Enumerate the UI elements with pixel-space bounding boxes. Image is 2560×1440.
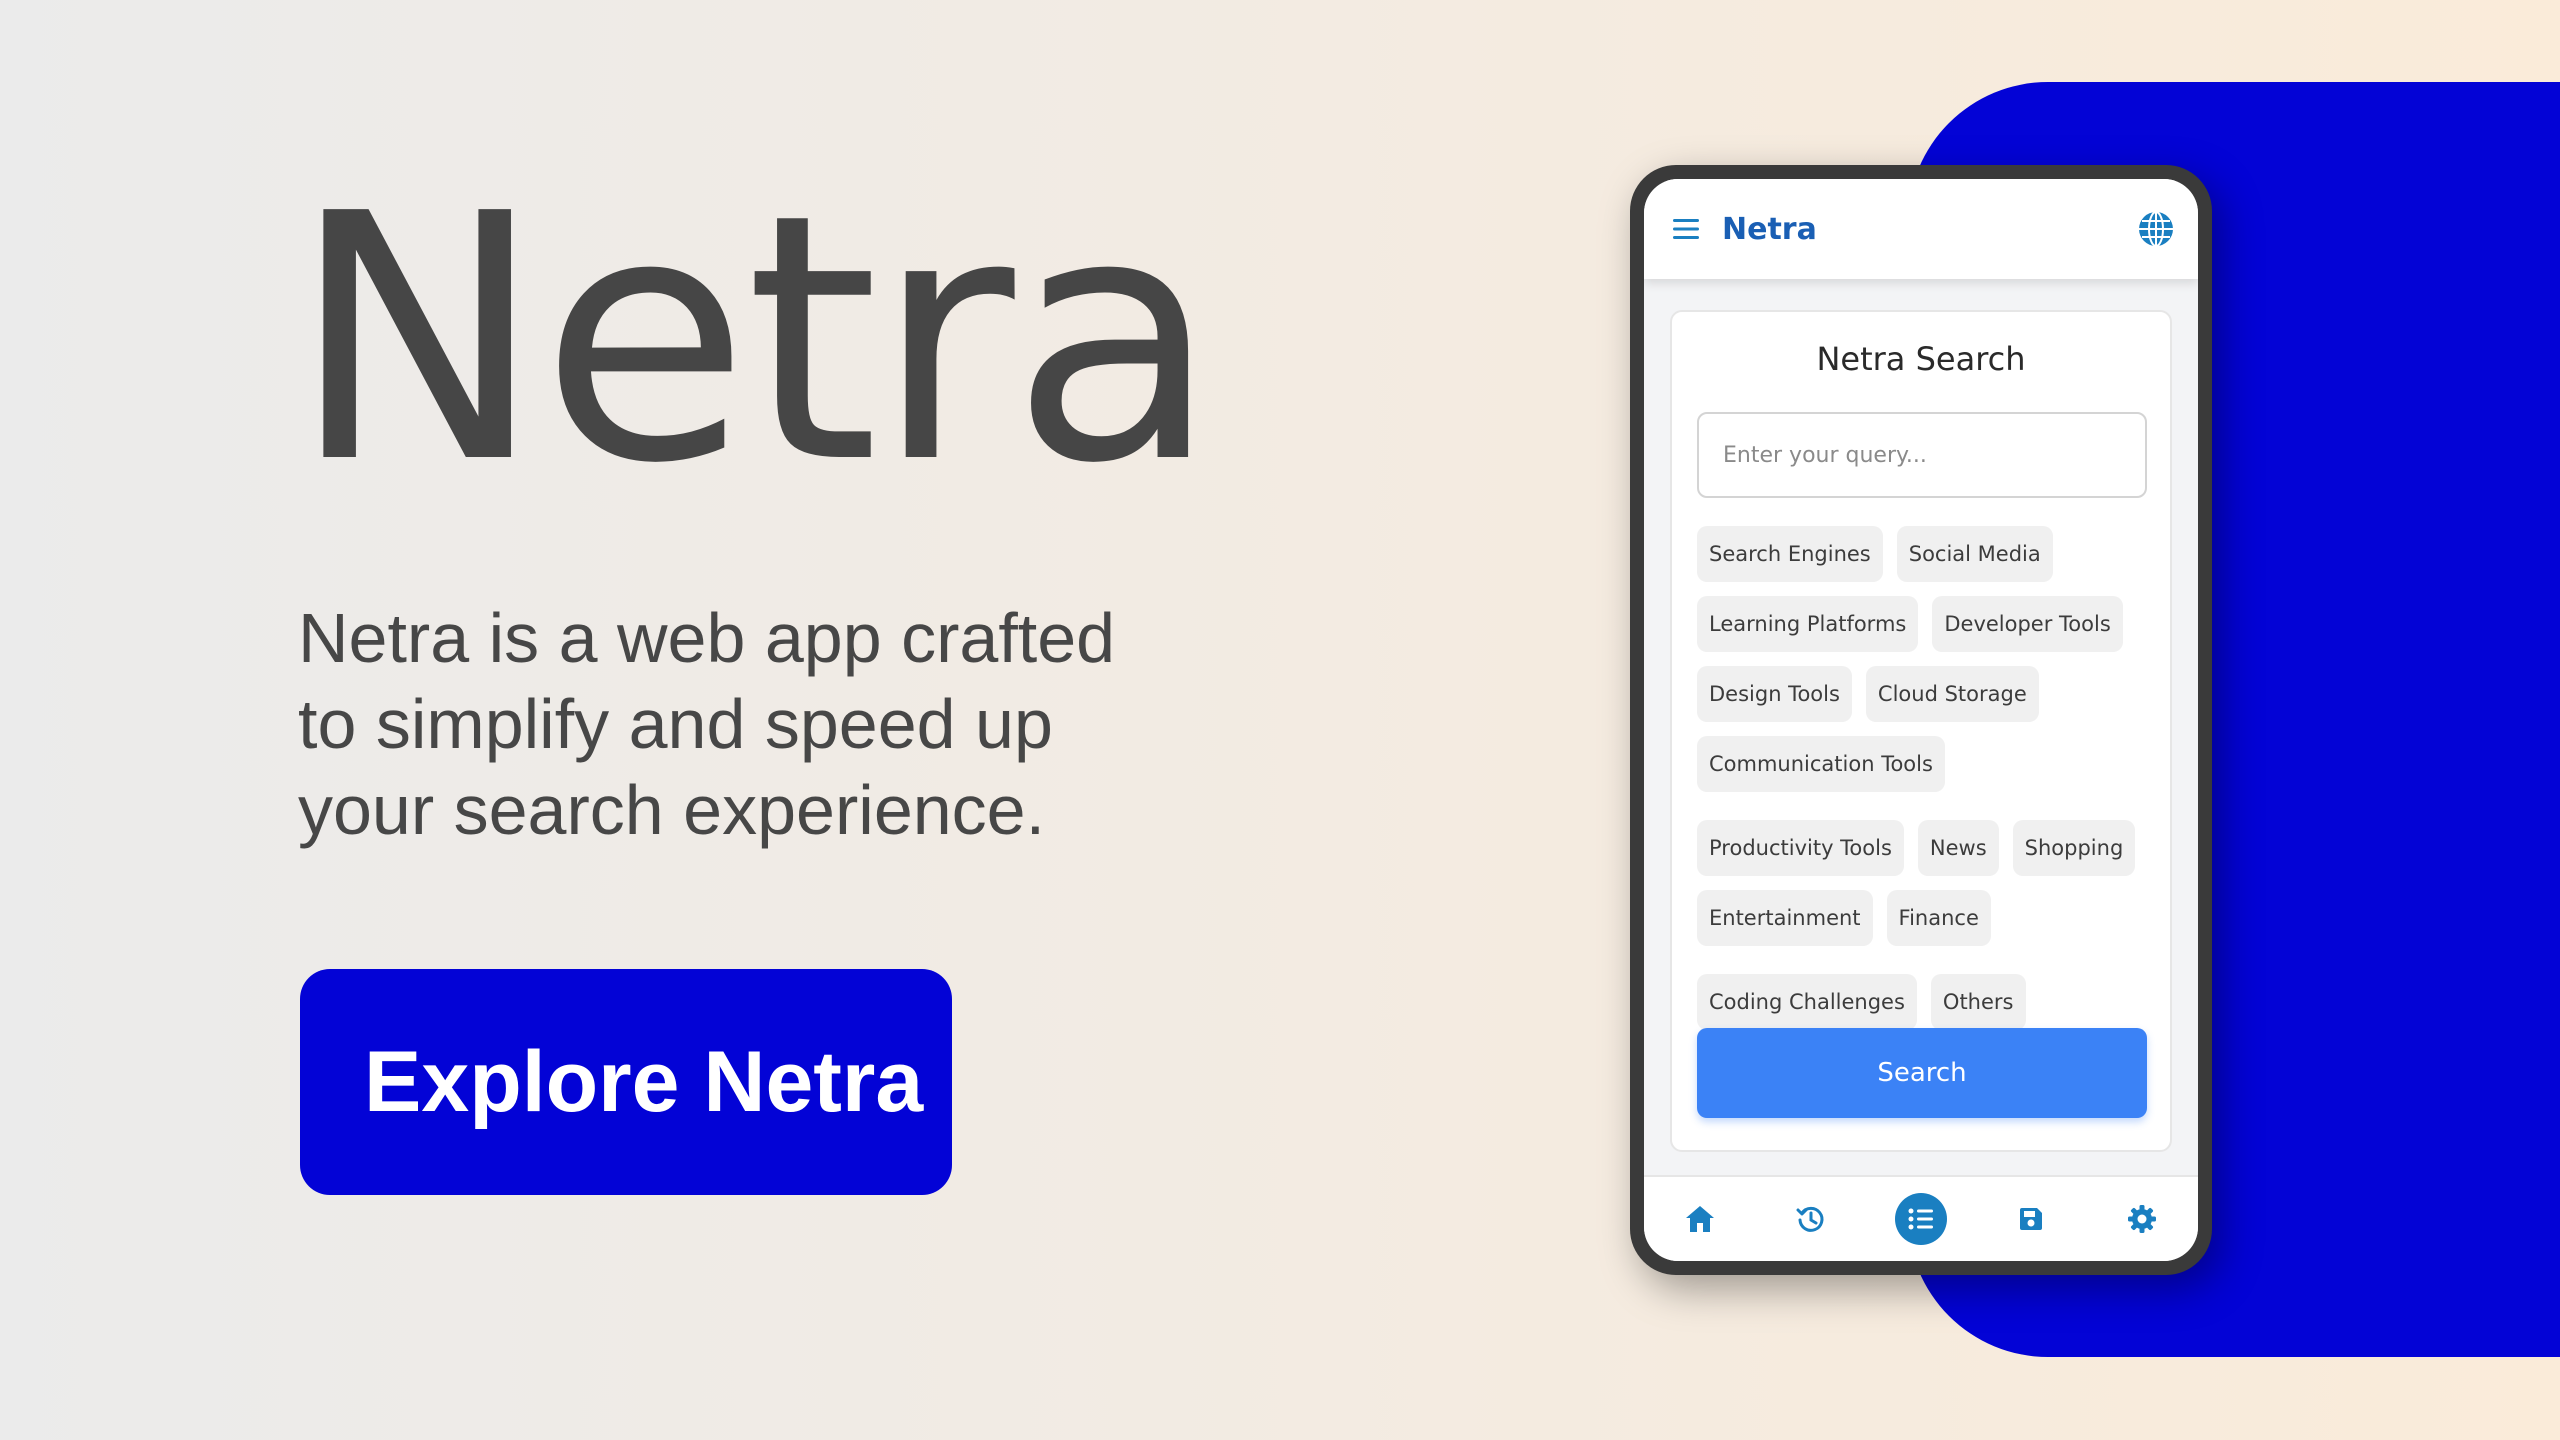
category-chips: Search Engines Social Media Learning Pla… <box>1697 526 2157 1030</box>
category-chip-others[interactable]: Others <box>1930 974 2026 1030</box>
search-card-title: Netra Search <box>1816 340 2026 378</box>
category-chip-social-media[interactable]: Social Media <box>1896 526 2053 582</box>
app-topbar: Netra <box>1644 179 2198 279</box>
bottom-navigation <box>1644 1175 2198 1261</box>
nav-settings-gear-icon[interactable] <box>2114 1191 2170 1247</box>
globe-icon[interactable] <box>2134 207 2178 251</box>
phone-mockup: Netra Netra Search Search Engines Social… <box>1630 165 2212 1275</box>
nav-history-icon[interactable] <box>1783 1191 1839 1247</box>
category-chip-cloud-storage[interactable]: Cloud Storage <box>1865 666 2039 722</box>
nav-home-icon[interactable] <box>1672 1191 1728 1247</box>
category-chip-entertainment[interactable]: Entertainment <box>1697 890 1873 946</box>
hamburger-menu-icon[interactable] <box>1664 207 1708 251</box>
explore-netra-button[interactable]: Explore Netra <box>300 969 952 1195</box>
app-brand: Netra <box>1722 211 1817 247</box>
search-card: Netra Search Search Engines Social Media… <box>1670 310 2172 1152</box>
category-chip-finance[interactable]: Finance <box>1886 890 1991 946</box>
category-chip-design-tools[interactable]: Design Tools <box>1697 666 1852 722</box>
category-chip-productivity-tools[interactable]: Productivity Tools <box>1697 820 1904 876</box>
hero-title: Netra <box>290 142 1219 538</box>
search-input[interactable] <box>1697 412 2147 498</box>
category-chip-shopping[interactable]: Shopping <box>2012 820 2136 876</box>
category-chip-coding-challenges[interactable]: Coding Challenges <box>1697 974 1917 1030</box>
category-chip-learning-platforms[interactable]: Learning Platforms <box>1697 596 1919 652</box>
search-button[interactable]: Search <box>1697 1028 2147 1118</box>
category-chip-communication-tools[interactable]: Communication Tools <box>1697 736 1945 792</box>
nav-list-icon[interactable] <box>1894 1193 1947 1245</box>
category-chip-developer-tools[interactable]: Developer Tools <box>1932 596 2123 652</box>
nav-save-icon[interactable] <box>2003 1191 2059 1247</box>
category-chip-news[interactable]: News <box>1917 820 1999 876</box>
category-chip-search-engines[interactable]: Search Engines <box>1697 526 1883 582</box>
hero-description: Netra is a web app crafted to simplify a… <box>298 599 1116 849</box>
phone-screen: Netra Netra Search Search Engines Social… <box>1644 179 2198 1261</box>
